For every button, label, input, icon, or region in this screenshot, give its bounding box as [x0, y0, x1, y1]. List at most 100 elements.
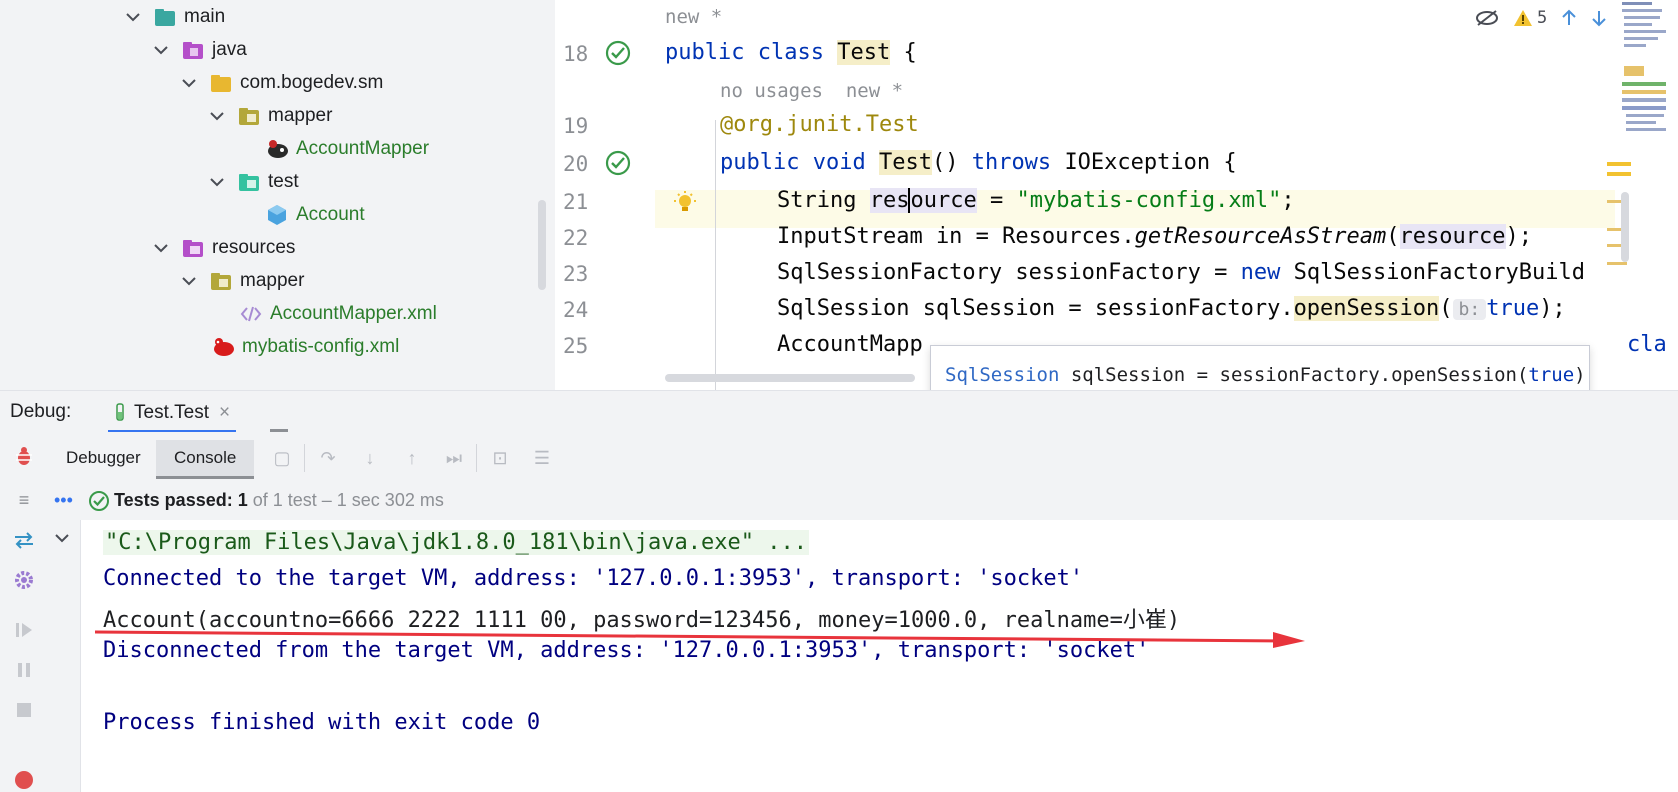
- editor-vertical-scrollbar[interactable]: [1621, 192, 1629, 262]
- arrow-up-icon[interactable]: [1561, 9, 1577, 27]
- console-line-exit: Process finished with exit code 0: [103, 710, 541, 735]
- parameter-hint: b:: [1452, 299, 1487, 320]
- step-into-icon[interactable]: ↓: [360, 448, 380, 468]
- tree-item-mapper[interactable]: mapper: [208, 99, 332, 133]
- evaluate-expression-icon[interactable]: ⊡: [490, 448, 510, 468]
- debug-tool-window-header: Debug: Test.Test ×: [0, 390, 1678, 433]
- usages-hint: no usages new *: [720, 80, 904, 102]
- resume-icon[interactable]: [12, 618, 36, 642]
- tree-item-main[interactable]: main: [124, 0, 225, 34]
- tree-item-resources-mapper[interactable]: mapper: [180, 264, 304, 298]
- warnings-count: 5: [1537, 8, 1548, 28]
- folder-icon: [154, 6, 176, 28]
- line-number: 25: [563, 334, 589, 358]
- project-tree-panel: main java com.bogedev.sm mapper AccountM…: [0, 0, 556, 390]
- resources-folder-icon: [182, 237, 204, 259]
- chevron-down-icon[interactable]: [180, 74, 198, 92]
- console-line-connected: Connected to the target VM, address: '12…: [103, 566, 1084, 591]
- tree-item-package[interactable]: com.bogedev.sm: [180, 66, 383, 100]
- chevron-down-icon[interactable]: [124, 8, 142, 26]
- xml-file-icon: [240, 303, 262, 325]
- tree-item-java[interactable]: java: [152, 33, 247, 67]
- variables-list-icon[interactable]: ☰: [532, 448, 552, 468]
- tree-item-account[interactable]: Account: [266, 198, 365, 232]
- chevron-down-icon[interactable]: [152, 41, 170, 59]
- tab-debugger[interactable]: Debugger: [48, 440, 159, 476]
- editor-horizontal-scrollbar[interactable]: [665, 374, 915, 382]
- error-stripe-mark[interactable]: [1607, 162, 1631, 166]
- gear-icon[interactable]: [12, 568, 36, 592]
- console-output[interactable]: "C:\Program Files\Java\jdk1.8.0_181\bin\…: [81, 520, 1678, 792]
- error-stripe-mark[interactable]: [1607, 172, 1631, 176]
- stop-icon[interactable]: [12, 698, 36, 722]
- arrow-down-icon[interactable]: [1591, 9, 1607, 27]
- chevron-down-icon[interactable]: [208, 107, 226, 125]
- chevron-down-icon[interactable]: [208, 173, 226, 191]
- new-hint: new *: [665, 6, 723, 28]
- tab-console[interactable]: Console: [156, 440, 255, 479]
- tree-item-label: Account: [296, 204, 365, 225]
- editor-inspection-widget[interactable]: 5: [1475, 8, 1607, 28]
- pause-icon[interactable]: [12, 658, 36, 682]
- chevron-down-icon[interactable]: [152, 239, 170, 257]
- tree-scrollbar[interactable]: [538, 200, 546, 290]
- tab-test-test[interactable]: Test.Test ×: [108, 396, 237, 433]
- layout-icon[interactable]: ▢: [272, 448, 292, 468]
- code-line-20: public void Test() throws IOException {: [720, 150, 1237, 175]
- step-over-icon[interactable]: ↷: [318, 448, 338, 468]
- clear-all-icon[interactable]: ≡: [12, 488, 36, 512]
- code-editor[interactable]: new * 5 18 public class Test { no usages…: [555, 0, 1678, 390]
- close-icon[interactable]: ×: [219, 402, 230, 424]
- warnings-indicator[interactable]: 5: [1513, 8, 1547, 28]
- tree-item-label: com.bogedev.sm: [240, 72, 384, 93]
- error-stripe-mark[interactable]: [1607, 262, 1627, 265]
- line-number: 20: [563, 152, 589, 176]
- annotation-arrow: [94, 630, 1305, 648]
- package-folder-icon: [210, 270, 232, 292]
- run-test-passed-icon[interactable]: [605, 40, 631, 66]
- code-line-22: InputStream in = Resources.getResourceAs…: [777, 224, 1533, 249]
- line-number: 18: [563, 42, 589, 66]
- chevron-down-icon[interactable]: [54, 532, 70, 544]
- tree-item-resources[interactable]: resources: [152, 231, 295, 265]
- code-line-25: AccountMapp: [777, 332, 923, 357]
- code-line-25-tail: cla: [1627, 332, 1667, 357]
- tree-item-accountmapper[interactable]: AccountMapper: [266, 132, 429, 166]
- chevron-down-icon[interactable]: [180, 272, 198, 290]
- tree-item-label: resources: [212, 237, 296, 258]
- run-test-passed-icon[interactable]: [605, 150, 631, 176]
- code-line-23: SqlSessionFactory sessionFactory = new S…: [777, 260, 1585, 285]
- reader-mode-icon[interactable]: [1475, 9, 1499, 27]
- tree-item-label: java: [212, 39, 247, 60]
- rerun-swap-icon[interactable]: [12, 528, 36, 552]
- code-line-19: @org.junit.Test: [720, 112, 919, 137]
- minimap[interactable]: [1620, 0, 1668, 140]
- line-number: 22: [563, 226, 589, 250]
- tree-item-accountmapper-xml[interactable]: AccountMapper.xml: [240, 297, 437, 331]
- class-icon: [266, 204, 288, 226]
- tree-item-test[interactable]: test: [208, 165, 299, 199]
- tree-item-label: AccountMapper.xml: [270, 303, 437, 324]
- tests-passed-check-icon: [88, 490, 110, 512]
- more-icon[interactable]: •••: [54, 490, 73, 511]
- run-to-cursor-icon[interactable]: ⏭: [444, 448, 464, 468]
- tree-item-mybatis-config[interactable]: mybatis-config.xml: [212, 330, 399, 364]
- indent-guide: [715, 120, 716, 390]
- tab-label: Test.Test: [134, 402, 209, 423]
- line-number: 23: [563, 262, 589, 286]
- tree-item-label: test: [268, 171, 299, 192]
- debug-title: Debug:: [10, 401, 72, 422]
- code-line-21: String resource = "mybatis-config.xml";: [777, 188, 1295, 213]
- line-number: 19: [563, 114, 589, 138]
- toolbar-separator: [304, 444, 305, 472]
- bug-icon[interactable]: [12, 444, 36, 468]
- test-status-row: ••• Tests passed: 1 of 1 test – 1 sec 30…: [48, 482, 1678, 520]
- package-folder-icon: [210, 72, 232, 94]
- warning-icon: [1513, 9, 1533, 27]
- tests-passed-status: Tests passed: 1 of 1 test – 1 sec 302 ms: [114, 490, 444, 510]
- lightbulb-icon[interactable]: [672, 190, 698, 216]
- console-gutter: [48, 520, 81, 792]
- step-out-icon[interactable]: ↑: [402, 448, 422, 468]
- breakpoints-icon[interactable]: [12, 768, 36, 792]
- code-line-18: public class Test {: [665, 40, 917, 65]
